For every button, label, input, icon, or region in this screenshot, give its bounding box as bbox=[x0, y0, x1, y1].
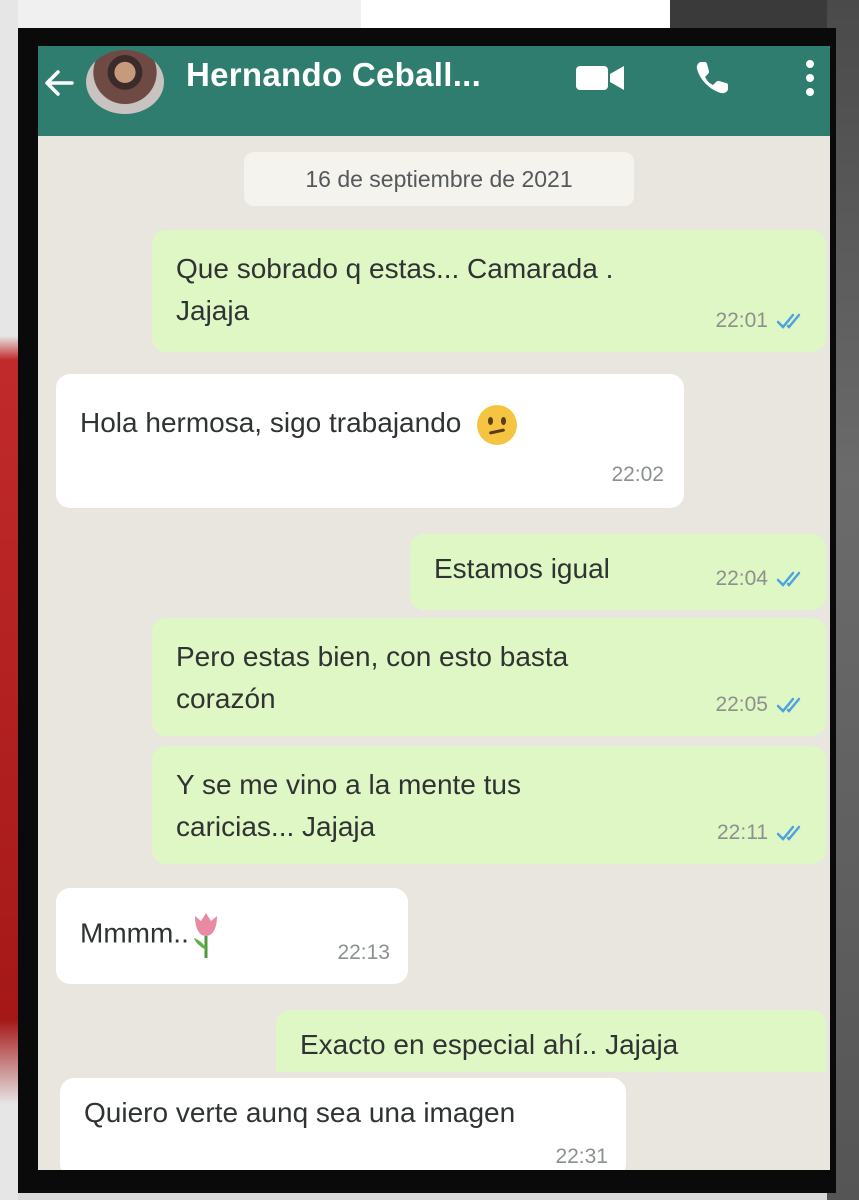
message-incoming[interactable]: Mmmm.. 22:13 bbox=[56, 888, 408, 984]
chat-screen: Hernando Ceball... 16 de septiembre de 2… bbox=[38, 46, 830, 1170]
message-time: 22:31 bbox=[555, 1145, 608, 1168]
message-text: Mmmm.. bbox=[80, 910, 223, 960]
message-meta: 22:02 bbox=[611, 454, 664, 496]
date-separator: 16 de septiembre de 2021 bbox=[244, 152, 634, 206]
message-text: Pero estas bien, con esto basta corazón bbox=[176, 641, 569, 714]
message-meta: 22:05 bbox=[715, 684, 806, 726]
message-text: Que sobrado q estas... Camarada . Jajaja bbox=[176, 253, 614, 326]
arrow-left-icon[interactable] bbox=[42, 66, 76, 100]
message-outgoing[interactable]: Que sobrado q estas... Camarada . Jajaja… bbox=[152, 230, 826, 352]
message-text: Hola hermosa, sigo trabajando bbox=[80, 402, 517, 445]
message-time: 22:02 bbox=[611, 463, 664, 486]
message-meta: 22:01 bbox=[715, 300, 806, 342]
double-check-icon bbox=[776, 571, 801, 587]
message-text: Y se me vino a la mente tus caricias... … bbox=[176, 769, 521, 842]
more-vertical-icon[interactable] bbox=[790, 56, 830, 100]
double-check-icon bbox=[776, 825, 801, 841]
message-outgoing[interactable]: Y se me vino a la mente tus caricias... … bbox=[152, 746, 826, 864]
message-incoming[interactable]: Hola hermosa, sigo trabajando 22:02 bbox=[56, 374, 684, 508]
message-meta: 22:31 bbox=[555, 1136, 608, 1170]
message-text: Estamos igual bbox=[434, 553, 610, 584]
message-outgoing[interactable]: Estamos igual 22:04 bbox=[410, 534, 826, 610]
message-time: 22:01 bbox=[715, 309, 768, 332]
message-time: 22:11 bbox=[717, 821, 768, 844]
message-incoming[interactable]: Quiero verte aunq sea una imagen 22:31 bbox=[60, 1078, 626, 1170]
contact-avatar[interactable] bbox=[86, 50, 164, 114]
message-text-content: Hola hermosa, sigo trabajando bbox=[80, 407, 462, 438]
tulip-icon bbox=[193, 913, 217, 958]
message-text: Quiero verte aunq sea una imagen bbox=[84, 1097, 516, 1128]
message-meta: 22:11 bbox=[717, 812, 806, 854]
background-top bbox=[0, 0, 859, 28]
message-text-content: Mmmm.. bbox=[80, 917, 189, 949]
message-outgoing[interactable]: Exacto en especial ahí.. Jajaja bbox=[276, 1010, 826, 1072]
background-left-photo bbox=[0, 0, 18, 1200]
message-text: Exacto en especial ahí.. Jajaja bbox=[300, 1029, 679, 1060]
message-time: 22:13 bbox=[337, 941, 390, 964]
video-camera-icon[interactable] bbox=[574, 56, 626, 100]
message-time: 22:05 bbox=[715, 693, 768, 716]
phone-icon[interactable] bbox=[686, 56, 738, 100]
double-check-icon bbox=[776, 697, 801, 713]
message-outgoing[interactable]: Pero estas bien, con esto basta corazón … bbox=[152, 618, 826, 736]
message-time: 22:04 bbox=[715, 567, 768, 590]
message-meta: 22:13 bbox=[337, 932, 390, 974]
message-meta: 22:04 bbox=[715, 558, 806, 600]
contact-name[interactable]: Hernando Ceball... bbox=[186, 56, 481, 94]
chat-header: Hernando Ceball... bbox=[38, 46, 830, 136]
double-check-icon bbox=[776, 313, 801, 329]
confused-face-icon bbox=[476, 404, 517, 445]
